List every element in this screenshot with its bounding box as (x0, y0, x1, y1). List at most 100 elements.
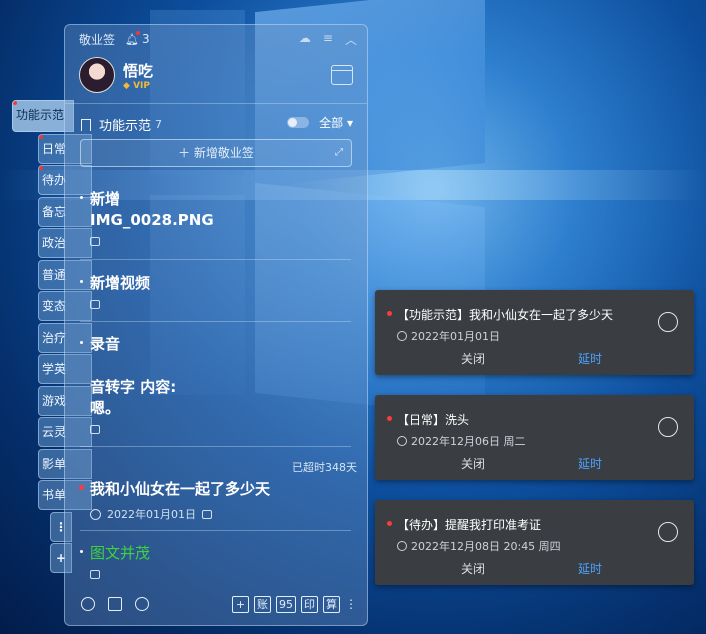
divider (80, 259, 351, 260)
tab-label: 备忘 (42, 204, 67, 219)
notes-95-button[interactable]: 95 (276, 595, 296, 613)
add-note-button[interactable]: ＋ 新增敬业签 ⤢ (80, 139, 352, 167)
cloud-sync-icon[interactable]: ☁ (299, 31, 311, 48)
calendar-icon[interactable] (331, 65, 353, 85)
tab-label: 政治 (42, 236, 67, 250)
unread-dot (39, 166, 43, 170)
note-item[interactable]: 新增 IMG_0028.PNG (80, 189, 352, 246)
note-date: 2022年01月01日 (107, 508, 196, 521)
reminder-title: 【待办】提醒我打印准考证 (397, 518, 542, 532)
reminder-date-text: 2022年12月06日 周二 (411, 435, 526, 448)
collapse-icon[interactable]: ︿ (345, 31, 357, 48)
clock-icon (397, 331, 407, 341)
filter-label: 全部 (319, 116, 344, 130)
category-count: 7 (155, 118, 163, 131)
note-text[interactable]: 新增 IMG_0028.PNG (90, 189, 352, 231)
tab-label: 云灵 (42, 425, 67, 439)
complete-checkbox[interactable] (658, 522, 678, 542)
note-bullet (80, 280, 83, 283)
close-button[interactable]: 关闭 (461, 560, 485, 577)
note-bullet (80, 341, 83, 344)
close-button[interactable]: 关闭 (461, 455, 485, 472)
reminder-date: 2022年12月06日 周二 (397, 433, 526, 449)
expand-icon[interactable]: ⤢ (335, 140, 343, 166)
note-text[interactable]: 录音 (90, 334, 352, 355)
note-panel: 敬业签 🔔︎ 3 ☁ ≡ ︿ 悟吃 ◆ VIP 功能示范 7 全部 ▾ ＋ 新增… (64, 24, 368, 626)
search-icon[interactable] (135, 597, 149, 611)
account-button[interactable]: 账 (254, 595, 271, 613)
print-button[interactable]: 印 (301, 595, 318, 613)
complete-checkbox[interactable] (658, 417, 678, 437)
note-text[interactable]: 新增视频 (90, 273, 352, 294)
tab-label: 待办 (42, 173, 67, 187)
caret-down-icon: ▾ (346, 116, 353, 130)
bell-icon[interactable]: 🔔︎ (125, 30, 140, 46)
add-note-label: ＋ 新增敬业签 (178, 146, 254, 160)
clock-icon[interactable] (81, 597, 95, 611)
tab-label: 日常 (42, 141, 67, 156)
checklist-icon[interactable] (108, 597, 122, 611)
view-toggle[interactable] (287, 117, 309, 128)
alert-dot (387, 416, 392, 421)
calculator-button[interactable]: 算 (323, 595, 340, 613)
note-item[interactable]: 图文并茂 (80, 543, 352, 579)
filter-dropdown[interactable]: 全部 ▾ (319, 114, 353, 131)
reminder-title: 【日常】洗头 (397, 413, 470, 427)
lock-icon (90, 300, 100, 309)
reminder-date: 2022年01月01日 (397, 328, 500, 344)
lock-icon (90, 570, 100, 579)
overdue-label: 已超时348天 (292, 461, 357, 474)
lock-icon (90, 425, 100, 434)
note-text[interactable]: 我和小仙女在一起了多少天 (90, 479, 352, 500)
category-header: 功能示范 7 (81, 115, 162, 134)
vip-label: VIP (133, 80, 150, 91)
note-item[interactable]: 我和小仙女在一起了多少天 2022年01月01日 (79, 479, 352, 522)
unread-dot (13, 101, 17, 105)
delay-button[interactable]: 延时 (578, 560, 602, 577)
lock-icon (90, 237, 100, 246)
tab-label: 影单 (42, 456, 67, 471)
clock-icon (397, 436, 407, 446)
reminder-date: 2022年12月08日 20:45 周四 (397, 538, 561, 554)
add-button[interactable]: + (232, 595, 249, 613)
clock-icon (90, 508, 101, 520)
lock-icon (202, 509, 212, 519)
tab-label: 功能示范 (16, 108, 65, 122)
user-info[interactable]: 悟吃 ◆ VIP (79, 57, 153, 93)
reminder-popup: 【日常】洗头 2022年12月06日 周二 关闭 延时 (375, 395, 694, 480)
divider (80, 530, 351, 531)
note-text[interactable]: 音转字 内容: 嗯。 (90, 377, 352, 419)
delay-button[interactable]: 延时 (578, 455, 602, 472)
reminder-date-text: 2022年12月08日 20:45 周四 (411, 540, 561, 553)
tab-label: 游戏 (42, 393, 67, 408)
category-tabs: 功能示范 日常 待办 备忘 政治 普通 变态 治疗 学英 游戏 云灵 影单 书单… (12, 100, 92, 575)
unread-dot (39, 134, 43, 139)
tab-label: 书单 (42, 488, 67, 502)
reminder-title: 【功能示范】我和小仙女在一起了多少天 (397, 308, 614, 322)
vip-badge: ◆ VIP (123, 80, 150, 91)
divider (80, 321, 351, 322)
complete-checkbox[interactable] (658, 312, 678, 332)
app-title: 敬业签 (79, 32, 116, 47)
avatar[interactable] (79, 57, 115, 93)
category-name: 功能示范 (99, 119, 152, 134)
more-icon[interactable]: ⋮ (345, 597, 357, 611)
divider (80, 446, 351, 447)
tab-label: 治疗 (42, 330, 67, 345)
user-name: 悟吃 (123, 61, 154, 80)
reminder-date-text: 2022年01月01日 (411, 330, 500, 343)
close-button[interactable]: 关闭 (461, 350, 485, 367)
note-item[interactable]: 新增视频 (80, 273, 352, 309)
delay-button[interactable]: 延时 (578, 350, 602, 367)
note-text[interactable]: 图文并茂 (90, 543, 352, 564)
bookmark-icon (81, 118, 91, 131)
note-item[interactable]: 录音 (80, 334, 352, 355)
note-item[interactable]: 音转字 内容: 嗯。 (80, 377, 352, 434)
title-bar: 敬业签 🔔︎ 3 ☁ ≡ ︿ (79, 29, 357, 49)
alert-dot (387, 311, 392, 316)
menu-icon[interactable]: ≡ (323, 31, 333, 48)
note-bullet (80, 196, 83, 199)
note-bullet (80, 550, 83, 553)
reminder-popup: 【功能示范】我和小仙女在一起了多少天 2022年01月01日 关闭 延时 (375, 290, 694, 375)
tab-label: 学英 (42, 362, 67, 376)
